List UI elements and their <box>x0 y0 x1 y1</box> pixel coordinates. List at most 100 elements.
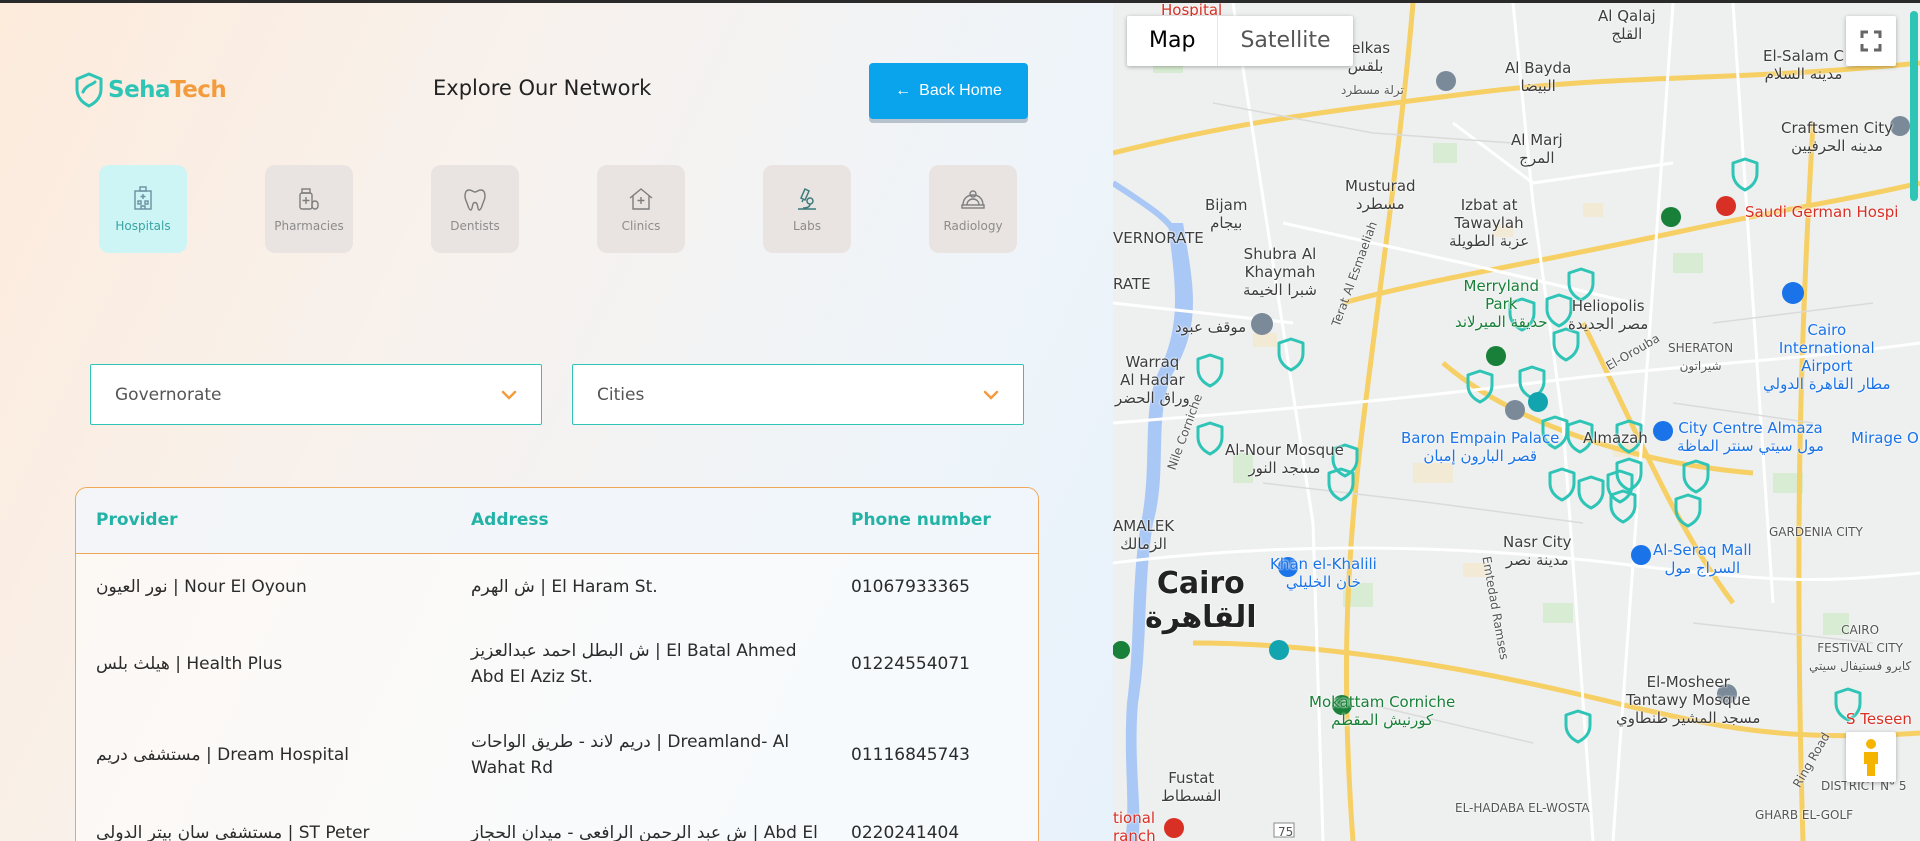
chevron-down-icon <box>983 390 999 400</box>
tab-hospitals-label: Hospitals <box>115 219 171 233</box>
pegman-icon <box>1864 739 1878 776</box>
provider-cell: نور العيون | Nour El Oyoun <box>96 577 307 597</box>
map-label-izbat: Izbat at Tawaylah عزبة الطويلة <box>1449 196 1530 250</box>
tab-radiology[interactable]: Radiology <box>929 165 1017 253</box>
address-cell-line2: Wahat Rd <box>471 758 554 778</box>
map-label-belkas-station: ترلة مسطرد <box>1341 83 1404 97</box>
street-view-pegman[interactable] <box>1846 732 1896 782</box>
window-top-border <box>0 0 1920 3</box>
map-label-al-seraq: Al-Seraq Mall السراج مول <box>1653 541 1752 577</box>
map-label-national-branch: tional ranch <box>1113 809 1156 841</box>
table-header: Provider Address Phone number <box>76 488 1038 554</box>
tab-clinics-label: Clinics <box>621 219 661 233</box>
providers-table: Provider Address Phone number نور العيون… <box>75 487 1039 841</box>
left-panel: SehaTech Explore Our Network ← Back Home… <box>0 0 1113 841</box>
tab-labs[interactable]: Labs <box>763 165 851 253</box>
map-label-el-salam: El-Salam C مدينه السلام <box>1763 47 1844 83</box>
map-label-city-centre: City Centre Almaza مول سيتي سنتر الماظة <box>1677 419 1824 455</box>
map-label-shubra: Shubra Al Khaymah شبرا الخيمة <box>1243 245 1317 299</box>
phone-cell: 01224554071 <box>851 654 970 674</box>
map-type-satellite-button[interactable]: Satellite <box>1218 16 1352 66</box>
map-type-map-button[interactable]: Map <box>1127 16 1219 66</box>
page-title: Explore Our Network <box>433 76 652 100</box>
map-label-heliopolis: Heliopolis مصر الجديدة <box>1568 297 1649 333</box>
back-home-label: Back Home <box>919 82 1002 99</box>
map-label-mawqaf: موقف عبود <box>1175 318 1247 336</box>
map-label-bijam: Bijam بيجام <box>1205 196 1248 232</box>
map-label-el-hadaba: EL-HADABA EL-WOSTA <box>1455 801 1590 815</box>
map-label-mirage: Mirage Ou <box>1851 429 1920 447</box>
map-label-governorate-1: VERNORATE <box>1113 229 1204 247</box>
back-home-button[interactable]: ← Back Home <box>869 63 1028 119</box>
map-label-saudi-german: Saudi German Hospi <box>1745 203 1899 221</box>
category-tabs: Hospitals Pharmacies Dentists Clinics La… <box>99 165 1017 253</box>
clinic-icon <box>629 188 653 210</box>
map-label-almazah: Almazah <box>1583 429 1648 447</box>
microscope-icon <box>798 187 816 210</box>
map-label-nasr-city: Nasr City مدينة نصر <box>1503 533 1572 569</box>
fullscreen-icon <box>1860 30 1882 52</box>
map-label-amalek: AMALEK الزمالك <box>1113 517 1175 553</box>
pharmacy-icon <box>299 188 319 210</box>
map-label-al-qalaj: Al Qalaj القلج <box>1598 7 1656 43</box>
map-label-al-bayda: Al Bayda البيضا <box>1505 59 1572 95</box>
tab-radiology-label: Radiology <box>943 219 1003 233</box>
brand-logo[interactable]: SehaTech <box>74 72 227 108</box>
map-view[interactable]: Hospital Belkas بلقس ترلة مسطرد Al Qalaj ا… <box>1113 3 1920 841</box>
map-label-governorate-2: RATE <box>1113 275 1151 293</box>
address-cell: دريم لاند - طريق الواحات | Dreamland- Al <box>471 732 790 752</box>
map-label-gharb-el-golf: GHARB EL-GOLF <box>1755 808 1854 822</box>
address-cell: ش البطل احمد عبدالعزيز | El Batal Ahmed <box>471 641 797 661</box>
address-cell: ش عبد الرحمن الرافعي - ميدان الحجاز | Ab… <box>471 823 818 841</box>
arrow-left-icon: ← <box>895 82 912 99</box>
governorate-select[interactable]: Governorate <box>90 364 542 425</box>
table-row[interactable]: هيلث بلس | Health Plus ش البطل احمد عبدا… <box>76 620 1038 710</box>
map-label-baron-empain: Baron Empain Palace قصر البارون إمبان <box>1401 429 1560 465</box>
fullscreen-button[interactable] <box>1846 16 1896 66</box>
header-provider: Provider <box>96 510 178 530</box>
tab-hospitals[interactable]: Hospitals <box>99 165 187 253</box>
tab-dentists[interactable]: Dentists <box>431 165 519 253</box>
map-label-el-mosheer: El-Mosheer Tantawy Mosque مسجد المشير طنطا… <box>1616 673 1761 727</box>
page-scrollbar-thumb[interactable] <box>1910 11 1918 201</box>
address-cell: ش الهرم | El Haram St. <box>471 577 658 597</box>
tab-labs-label: Labs <box>793 219 821 233</box>
provider-cell: مستشفى سان بيتر الدولى | ST Peter <box>96 823 370 841</box>
map-label-al-marj: Al Marj المرج <box>1511 131 1563 167</box>
phone-cell: 01116845743 <box>851 745 970 765</box>
map-label-mustarad: Musturad مسطرد <box>1345 177 1416 213</box>
chevron-down-icon <box>501 390 517 400</box>
map-label-gardenia: GARDENIA CITY <box>1769 525 1863 539</box>
map-label-sheraton: SHERATON شيراتون <box>1668 341 1734 373</box>
governorate-placeholder: Governorate <box>115 384 222 405</box>
provider-cell: مستشفى دريم | Dream Hospital <box>96 745 350 765</box>
map-label-mokattam: Mokattam Corniche كورنيش المقطم <box>1309 693 1456 729</box>
table-row[interactable]: نور العيون | Nour El Oyoun ش الهرم | El … <box>76 554 1038 620</box>
table-row[interactable]: مستشفى دريم | Dream Hospital دريم لاند -… <box>76 710 1038 800</box>
tab-pharmacies-label: Pharmacies <box>274 219 344 233</box>
shield-logo-icon <box>75 72 103 108</box>
map-label-khan-el-khalili: Khan el-Khalili خان الخليلي <box>1270 555 1377 591</box>
tab-pharmacies[interactable]: Pharmacies <box>265 165 353 253</box>
brand-name: SehaTech <box>108 77 227 103</box>
tab-clinics[interactable]: Clinics <box>597 165 685 253</box>
map-label-warraq: Warraq Al Hadar وراق الحضر <box>1115 353 1190 407</box>
phone-cell: 0220241404 <box>851 823 960 841</box>
map-type-control: Map Satellite <box>1127 16 1353 66</box>
map-label-fustat: Fustat الفسطاط <box>1161 769 1222 805</box>
tab-dentists-label: Dentists <box>450 219 500 233</box>
header-phone: Phone number <box>851 510 991 530</box>
map-label-cairo: Cairo القاهرة <box>1145 566 1257 635</box>
cities-placeholder: Cities <box>597 384 645 405</box>
hospital-icon <box>134 186 152 210</box>
map-label-craftsmen-city: Craftsmen City مدينه الحرفيين <box>1781 119 1894 155</box>
map-label-cairo-airport: Cairo International Airport مطار القاهرة ال… <box>1763 321 1891 393</box>
map-label-al-nour-mosque: Al-Nour Mosque مسجد النور <box>1225 441 1344 477</box>
header-address: Address <box>471 510 549 530</box>
phone-cell: 01067933365 <box>851 577 970 597</box>
address-cell-line2: Abd El Aziz St. <box>471 667 593 687</box>
cities-select[interactable]: Cities <box>572 364 1024 425</box>
provider-cell: هيلث بلس | Health Plus <box>96 654 283 674</box>
map-label-s-teseen: S Teseen <box>1846 710 1912 728</box>
table-row[interactable]: مستشفى سان بيتر الدولى | ST Peter ش عبد … <box>76 800 1038 841</box>
